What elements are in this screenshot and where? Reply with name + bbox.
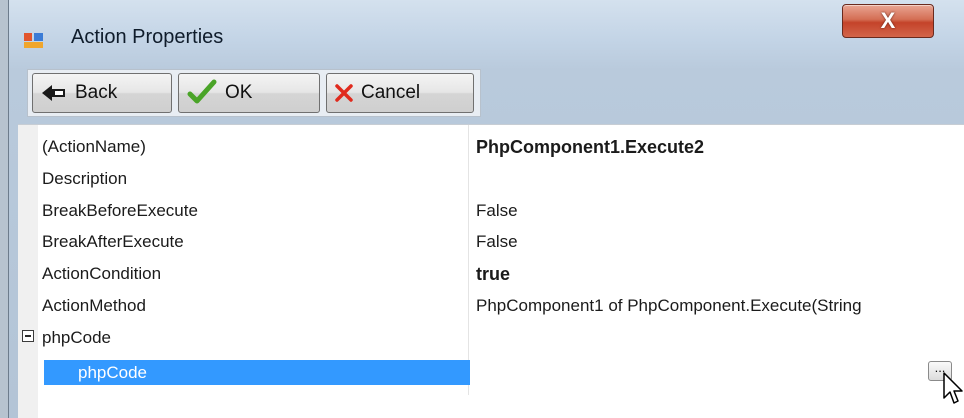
mouse-cursor-icon	[943, 372, 963, 404]
category-row-phpcode[interactable]: phpCode	[18, 322, 964, 354]
category-name: phpCode	[42, 328, 112, 347]
property-row-breakafterexecute[interactable]: BreakAfterExecute False	[18, 226, 964, 258]
back-arrow-icon	[42, 85, 65, 101]
back-label: Back	[75, 82, 118, 103]
property-name: BreakBeforeExecute	[42, 201, 198, 220]
ok-button[interactable]: OK	[178, 73, 320, 113]
property-name: BreakAfterExecute	[42, 232, 184, 251]
cancel-label: Cancel	[361, 82, 421, 103]
selected-property-name: phpCode	[78, 363, 148, 382]
property-value[interactable]: PhpComponent1 of PhpComponent.Execute(St…	[476, 296, 862, 316]
property-row-breakbeforeexecute[interactable]: BreakBeforeExecute False	[18, 195, 964, 227]
property-value[interactable]: PhpComponent1.Execute2	[476, 137, 704, 158]
property-value[interactable]: False	[476, 232, 518, 252]
ok-label: OK	[225, 82, 253, 103]
property-row-actionname[interactable]: (ActionName) PhpComponent1.Execute2	[18, 131, 964, 163]
property-row-description[interactable]: Description	[18, 163, 964, 195]
checkmark-icon	[187, 79, 217, 104]
title-bar[interactable]: Action Properties X	[9, 0, 964, 70]
property-row-actioncondition[interactable]: ActionCondition true	[18, 258, 964, 290]
property-name: ActionMethod	[42, 296, 146, 315]
back-button[interactable]: Back	[32, 73, 172, 113]
close-icon: X	[880, 8, 896, 33]
property-value[interactable]: true	[476, 264, 510, 285]
property-value[interactable]: False	[476, 201, 518, 221]
collapse-icon[interactable]	[22, 330, 34, 342]
property-grid: (ActionName) PhpComponent1.Execute2 Desc…	[18, 124, 964, 418]
close-button[interactable]: X	[842, 4, 934, 38]
app-icon	[24, 33, 43, 48]
cancel-x-icon	[335, 84, 353, 102]
toolbar: Back OK Cancel	[27, 69, 481, 117]
property-name: ActionCondition	[42, 264, 162, 283]
property-name: (ActionName)	[42, 137, 146, 156]
property-row-actionmethod[interactable]: ActionMethod PhpComponent1 of PhpCompone…	[18, 290, 964, 322]
property-name: Description	[42, 169, 128, 188]
cancel-button[interactable]: Cancel	[326, 73, 474, 113]
window-title: Action Properties	[71, 26, 224, 48]
